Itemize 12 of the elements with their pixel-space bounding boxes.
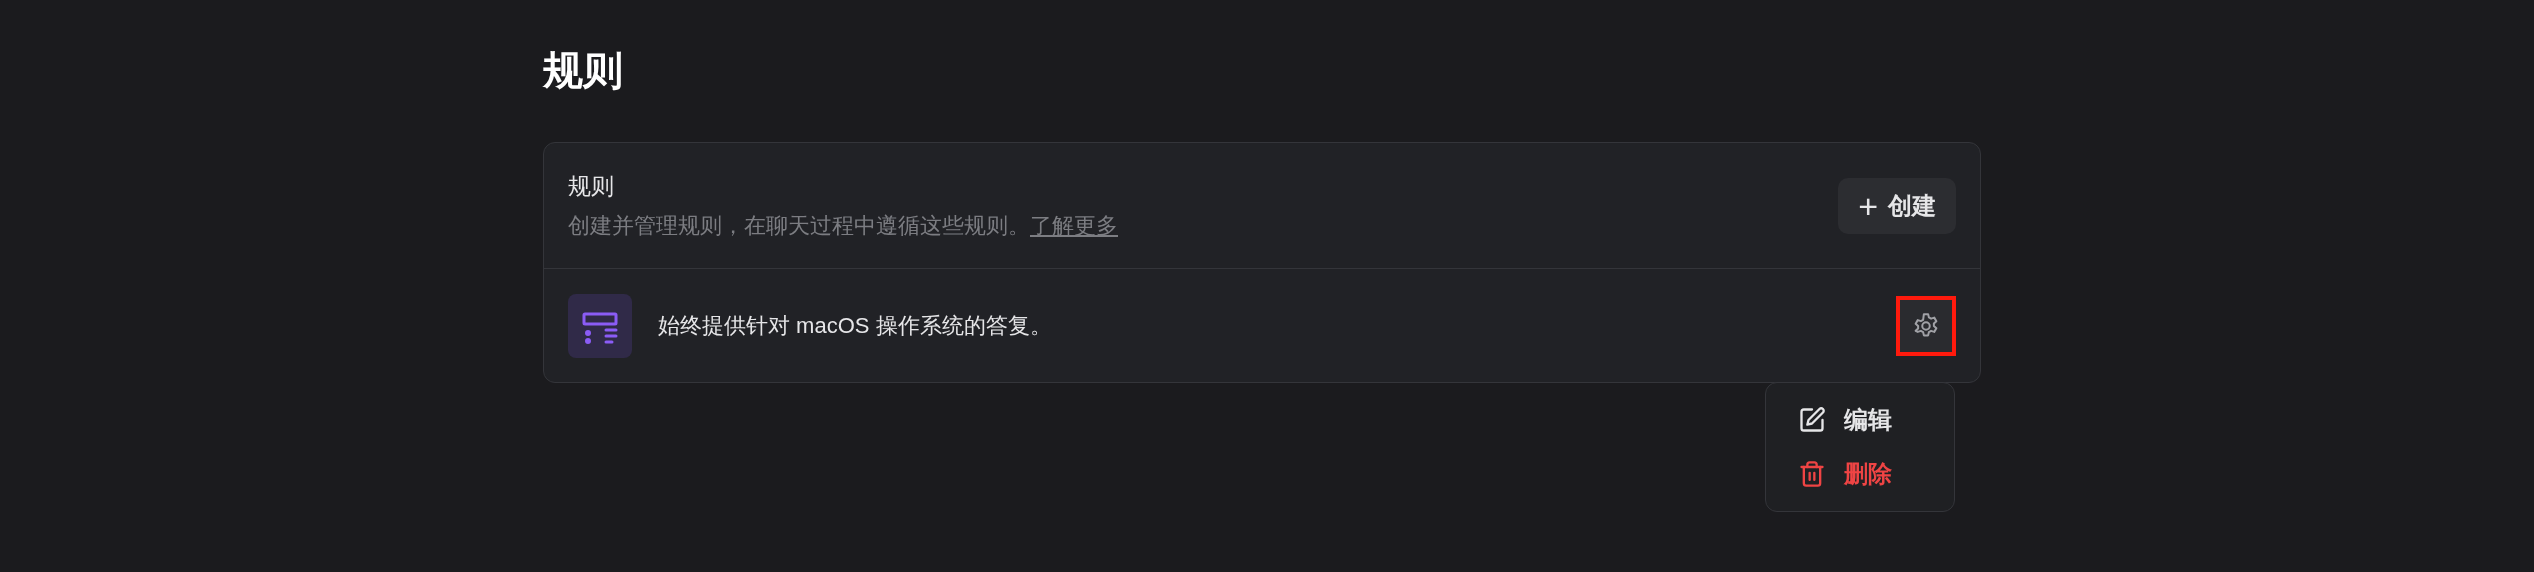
trash-icon <box>1798 460 1826 488</box>
delete-menu-item[interactable]: 删除 <box>1766 451 1954 497</box>
page-title: 规则 <box>543 47 623 94</box>
rule-list-icon <box>568 293 632 358</box>
card-title: 规则 <box>568 171 614 201</box>
learn-more-link[interactable]: 了解更多 <box>1030 209 1118 243</box>
card-description: 创建并管理规则，在聊天过程中遵循这些规则。 <box>568 212 1030 241</box>
edit-menu-item[interactable]: 编辑 <box>1766 397 1954 443</box>
edit-icon <box>1798 406 1826 434</box>
rule-text: 始终提供针对 macOS 操作系统的答复。 <box>658 312 1052 340</box>
settings-button[interactable] <box>1896 295 1956 356</box>
create-button[interactable]: + 创建 <box>1838 177 1956 234</box>
